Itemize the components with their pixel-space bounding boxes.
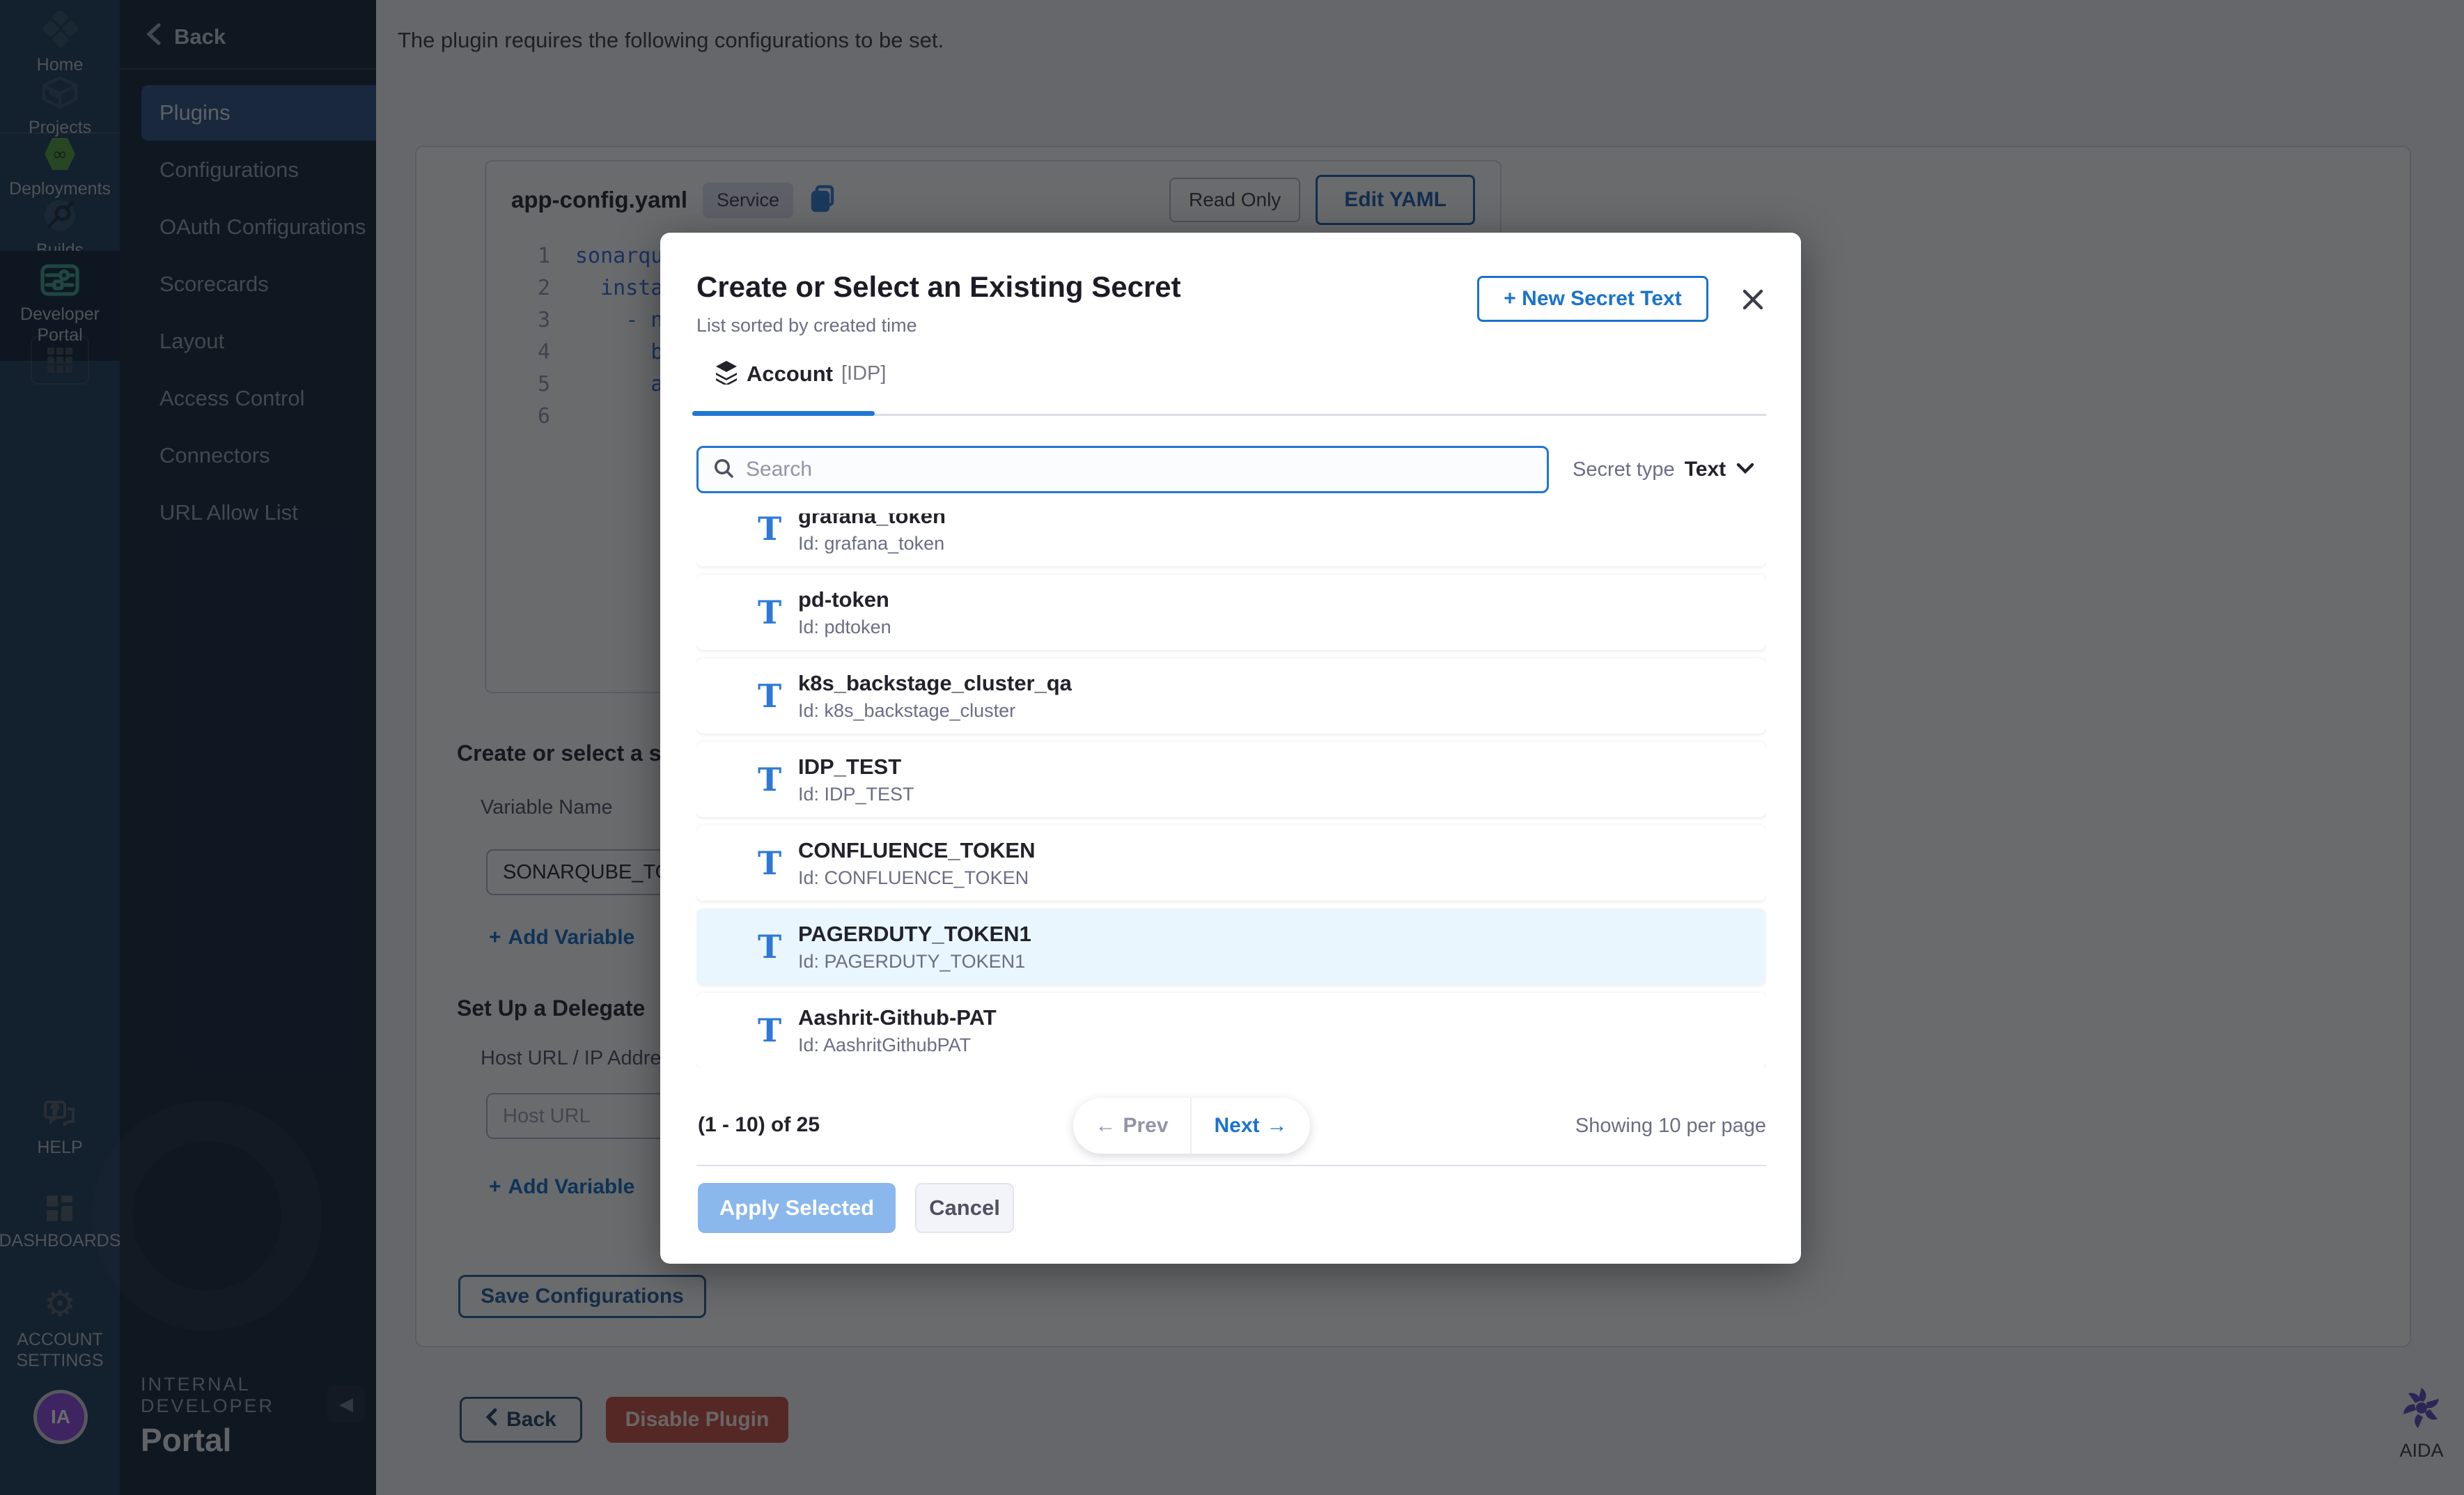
secret-row-pd-token[interactable]: T pd-token Id: pdtoken	[696, 575, 1766, 650]
text-secret-type-icon: T	[758, 513, 790, 545]
text-secret-type-icon: T	[758, 847, 790, 879]
select-secret-modal: Create or Select an Existing Secret List…	[660, 233, 1801, 1264]
pagination-row: (1 - 10) of 25 ← Prev Next → Showing 10 …	[696, 1098, 1766, 1154]
secret-name: k8s_backstage_cluster_qa	[798, 671, 1072, 696]
new-secret-text-button[interactable]: + New Secret Text	[1477, 276, 1708, 322]
per-page-indicator: Showing 10 per page	[1575, 1115, 1766, 1138]
secret-type-dropdown[interactable]: Secret type Text	[1573, 446, 1755, 493]
pagination-pills: ← Prev Next →	[1073, 1098, 1310, 1154]
apply-selected-button[interactable]: Apply Selected	[698, 1183, 896, 1233]
secret-type-label: Secret type	[1573, 458, 1675, 481]
arrow-left-icon: ←	[1095, 1114, 1116, 1138]
prev-label: Prev	[1123, 1114, 1168, 1138]
pagination-range: (1 - 10) of 25	[698, 1113, 820, 1137]
next-page-button[interactable]: Next →	[1192, 1098, 1310, 1154]
secret-id: Id: k8s_backstage_cluster	[798, 700, 1072, 722]
text-secret-type-icon: T	[758, 1014, 790, 1046]
tab-label: Account	[747, 362, 833, 387]
active-tab-indicator	[692, 411, 875, 416]
arrow-right-icon: →	[1267, 1114, 1288, 1138]
secret-name: CONFLUENCE_TOKEN	[798, 838, 1035, 863]
secret-id: Id: grafana_token	[798, 533, 946, 555]
secret-name: pd-token	[798, 587, 891, 612]
tab-scope-suffix: [IDP]	[841, 362, 886, 385]
secret-type-value: Text	[1685, 458, 1726, 481]
layers-icon	[715, 359, 738, 388]
text-secret-type-icon: T	[758, 596, 790, 628]
secret-id: Id: PAGERDUTY_TOKEN1	[798, 951, 1031, 973]
secret-row-aashrit-github-pat[interactable]: T Aashrit-Github-PAT Id: AashritGithubPAT	[696, 993, 1766, 1067]
next-label: Next	[1214, 1114, 1259, 1138]
prev-page-button[interactable]: ← Prev	[1073, 1098, 1192, 1154]
search-input[interactable]	[746, 458, 1533, 481]
close-icon[interactable]	[1736, 283, 1770, 316]
chevron-down-icon	[1736, 462, 1755, 478]
secret-name: IDP_TEST	[798, 754, 914, 780]
text-secret-type-icon: T	[758, 764, 790, 796]
secret-id: Id: IDP_TEST	[798, 784, 914, 805]
secret-name: PAGERDUTY_TOKEN1	[798, 922, 1031, 947]
secret-row-idp-test[interactable]: T IDP_TEST Id: IDP_TEST	[696, 742, 1766, 817]
secret-row-confluence-token[interactable]: T CONFLUENCE_TOKEN Id: CONFLUENCE_TOKEN	[696, 826, 1766, 901]
cancel-button[interactable]: Cancel	[915, 1183, 1014, 1233]
modal-title: Create or Select an Existing Secret	[696, 270, 1181, 304]
secret-name: grafana_token	[798, 513, 946, 529]
tab-account-idp[interactable]: Account [IDP]	[715, 359, 886, 388]
secret-row-grafana-token[interactable]: T grafana_token Id: grafana_token	[696, 513, 1766, 566]
secret-name: Aashrit-Github-PAT	[798, 1005, 997, 1030]
search-icon	[712, 457, 735, 483]
secret-id: Id: AashritGithubPAT	[798, 1035, 997, 1056]
secret-row-pagerduty-token1[interactable]: T PAGERDUTY_TOKEN1 Id: PAGERDUTY_TOKEN1	[696, 909, 1766, 984]
text-secret-type-icon: T	[758, 680, 790, 712]
secret-id: Id: pdtoken	[798, 617, 891, 638]
modal-subtitle: List sorted by created time	[696, 315, 917, 336]
modal-footer-divider	[696, 1165, 1766, 1166]
secret-row-k8s-backstage-cluster-qa[interactable]: T k8s_backstage_cluster_qa Id: k8s_backst…	[696, 658, 1766, 734]
secret-id: Id: CONFLUENCE_TOKEN	[798, 867, 1035, 889]
text-secret-type-icon: T	[758, 931, 790, 963]
search-field[interactable]	[696, 446, 1549, 493]
secret-list: T grafana_token Id: grafana_token T pd-to…	[696, 513, 1766, 1067]
